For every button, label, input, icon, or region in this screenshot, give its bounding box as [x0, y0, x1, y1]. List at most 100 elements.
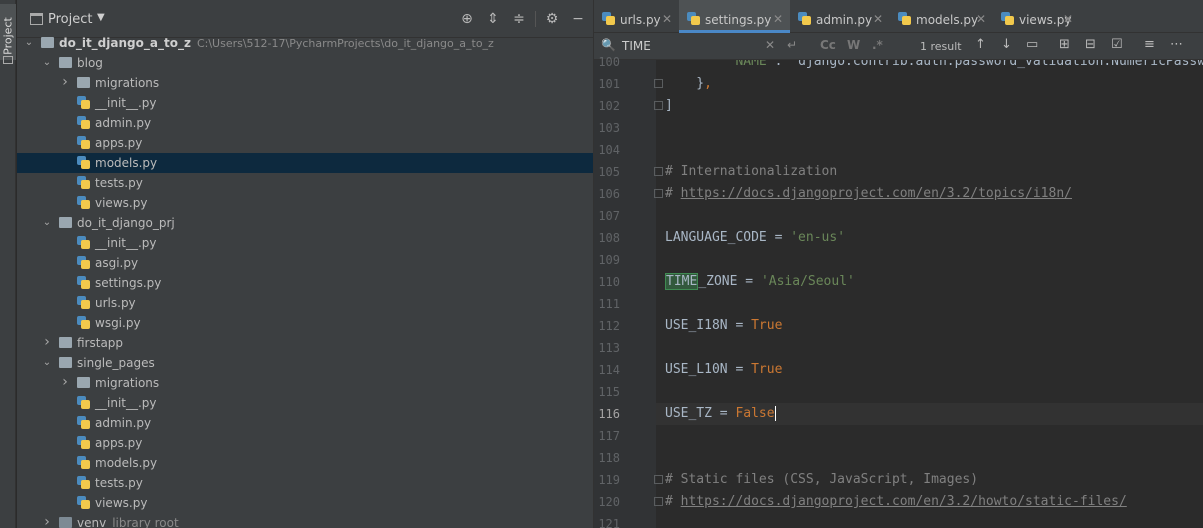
toolbar-divider: [535, 11, 536, 27]
tree-folder-item[interactable]: › migrations: [17, 373, 593, 393]
python-file-icon: [602, 12, 615, 25]
code-line[interactable]: TIME_ZONE = 'Asia/Seoul': [665, 273, 855, 290]
code-line[interactable]: # https://docs.djangoproject.com/en/3.2/…: [665, 494, 1127, 509]
chevron-down-icon[interactable]: ▼: [97, 12, 105, 23]
expand-all-icon[interactable]: ⇕: [484, 9, 502, 29]
line-number: 117: [598, 429, 620, 443]
chevron-down-icon[interactable]: ⌄: [41, 55, 53, 71]
code-line[interactable]: # Static files (CSS, JavaScript, Images): [665, 472, 978, 487]
whole-words-toggle[interactable]: W: [847, 38, 860, 52]
code-line[interactable]: ]: [665, 98, 673, 113]
tree-folder-item[interactable]: ⌄ blog: [17, 53, 593, 73]
code-line[interactable]: # https://docs.djangoproject.com/en/3.2/…: [665, 186, 1072, 201]
editor-tab[interactable]: urls.py ✕: [594, 0, 679, 33]
tree-file-item[interactable]: apps.py: [17, 133, 593, 153]
tree-item-label: models.py: [95, 456, 158, 470]
code-line[interactable]: LANGUAGE_CODE = 'en-us': [665, 230, 845, 245]
tree-item-label: admin.py: [95, 116, 152, 130]
code-line[interactable]: USE_I18N = True: [665, 318, 782, 333]
tree-file-item[interactable]: __init__.py: [17, 93, 593, 113]
tree-item-label: do_it_django_prj: [77, 216, 175, 230]
editor-tab[interactable]: views.py ✕: [993, 0, 1080, 33]
code-line[interactable]: 'NAME': 'django.contrib.auth.password_va…: [665, 60, 1203, 69]
code-line[interactable]: # Internationalization: [665, 164, 837, 179]
previous-occurrence-icon[interactable]: ↑: [975, 37, 986, 52]
tree-folder-item[interactable]: ⌄ do_it_django_prj: [17, 213, 593, 233]
tree-item-label: models.py: [95, 156, 158, 170]
python-file-icon: [798, 12, 811, 25]
project-panel: Project ▼ ⊕ ⇕ ≑ ⚙ − ⌄ do_it_django_a_to_z…: [17, 0, 593, 528]
chevron-down-icon[interactable]: ⌄: [41, 355, 53, 371]
tree-file-item[interactable]: admin.py: [17, 413, 593, 433]
editor-tab[interactable]: admin.py ✕: [790, 0, 890, 33]
code-line[interactable]: USE_TZ = False: [665, 406, 776, 421]
tree-file-item[interactable]: tests.py: [17, 173, 593, 193]
editor-tab[interactable]: settings.py ✕: [679, 0, 790, 33]
code-line[interactable]: USE_L10N = True: [665, 362, 782, 377]
minimize-icon[interactable]: −: [569, 9, 587, 29]
remove-selection-icon[interactable]: ⊟: [1085, 37, 1096, 52]
tree-file-item[interactable]: wsgi.py: [17, 313, 593, 333]
line-number: 104: [598, 143, 620, 157]
tree-file-item[interactable]: urls.py: [17, 293, 593, 313]
chevron-right-icon[interactable]: ›: [41, 334, 53, 350]
search-icon[interactable]: 🔍: [601, 38, 616, 52]
search-input[interactable]: TIME: [622, 39, 651, 53]
tree-folder-item[interactable]: › firstapp: [17, 333, 593, 353]
collapse-all-icon[interactable]: ≑: [510, 9, 528, 29]
folder-icon: [59, 217, 72, 228]
code-line[interactable]: },: [665, 76, 712, 91]
next-occurrence-icon[interactable]: ↓: [1001, 37, 1012, 52]
code-editor[interactable]: 'NAME': 'django.contrib.auth.password_va…: [656, 60, 1203, 528]
clear-search-icon[interactable]: ✕: [765, 38, 775, 52]
filter-icon[interactable]: ≡: [1144, 37, 1155, 52]
tree-item-label: __init__.py: [95, 96, 157, 110]
tree-item-label: asgi.py: [95, 256, 139, 270]
tree-folder-item[interactable]: › migrations: [17, 73, 593, 93]
locate-icon[interactable]: ⊕: [458, 9, 476, 29]
regex-toggle[interactable]: .*: [872, 38, 883, 52]
tree-file-item[interactable]: asgi.py: [17, 253, 593, 273]
chevron-right-icon[interactable]: ›: [59, 374, 71, 390]
gear-icon[interactable]: ⚙: [543, 9, 561, 29]
tree-item-label: firstapp: [77, 336, 124, 350]
chevron-right-icon[interactable]: ›: [41, 514, 53, 528]
add-selection-icon[interactable]: ⊞: [1059, 37, 1070, 52]
tree-folder-item[interactable]: › venv library root: [17, 513, 593, 528]
tree-item-label: views.py: [95, 496, 148, 510]
open-in-window-icon[interactable]: ▭: [1026, 37, 1038, 52]
chevron-down-icon[interactable]: ⌄: [23, 35, 35, 51]
line-number: 100: [598, 55, 620, 69]
tree-folder-item[interactable]: ⌄ do_it_django_a_to_z C:\Users\512-17\Pych…: [17, 33, 593, 53]
tree-folder-item[interactable]: ⌄ single_pages: [17, 353, 593, 373]
python-file-icon: [77, 456, 90, 469]
more-options-icon[interactable]: ⋯: [1170, 37, 1183, 52]
text-caret: [774, 406, 776, 421]
tree-file-item[interactable]: tests.py: [17, 473, 593, 493]
folder-icon: [59, 57, 72, 68]
line-number: 101: [598, 77, 620, 91]
editor-tab[interactable]: models.py ✕: [890, 0, 993, 33]
folder-icon: [59, 517, 72, 528]
project-tool-tab[interactable]: Project: [0, 4, 16, 60]
chevron-right-icon[interactable]: ›: [59, 74, 71, 90]
tree-file-item[interactable]: views.py: [17, 493, 593, 513]
tree-file-item[interactable]: apps.py: [17, 433, 593, 453]
search-history-icon[interactable]: ↵: [787, 38, 797, 52]
line-number: 102: [598, 99, 620, 113]
match-case-toggle[interactable]: Cc: [820, 38, 836, 52]
tree-file-item[interactable]: views.py: [17, 193, 593, 213]
chevron-down-icon[interactable]: ⌄: [41, 215, 53, 231]
editor-tab-bar: urls.py ✕ settings.py ✕ admin.py ✕ models.py ✕ v…: [594, 0, 1203, 33]
folder-icon: [77, 377, 90, 388]
tree-file-item[interactable]: models.py: [17, 453, 593, 473]
tree-file-item[interactable]: __init__.py: [17, 233, 593, 253]
folder-icon: [59, 357, 72, 368]
tree-file-item[interactable]: __init__.py: [17, 393, 593, 413]
tree-file-item[interactable]: admin.py: [17, 113, 593, 133]
tree-file-item[interactable]: settings.py: [17, 273, 593, 293]
project-panel-title[interactable]: Project: [48, 12, 92, 27]
tree-item-label: tests.py: [95, 176, 143, 190]
select-all-occurrences-icon[interactable]: ☑: [1111, 37, 1123, 52]
tree-file-item[interactable]: models.py: [17, 153, 593, 173]
